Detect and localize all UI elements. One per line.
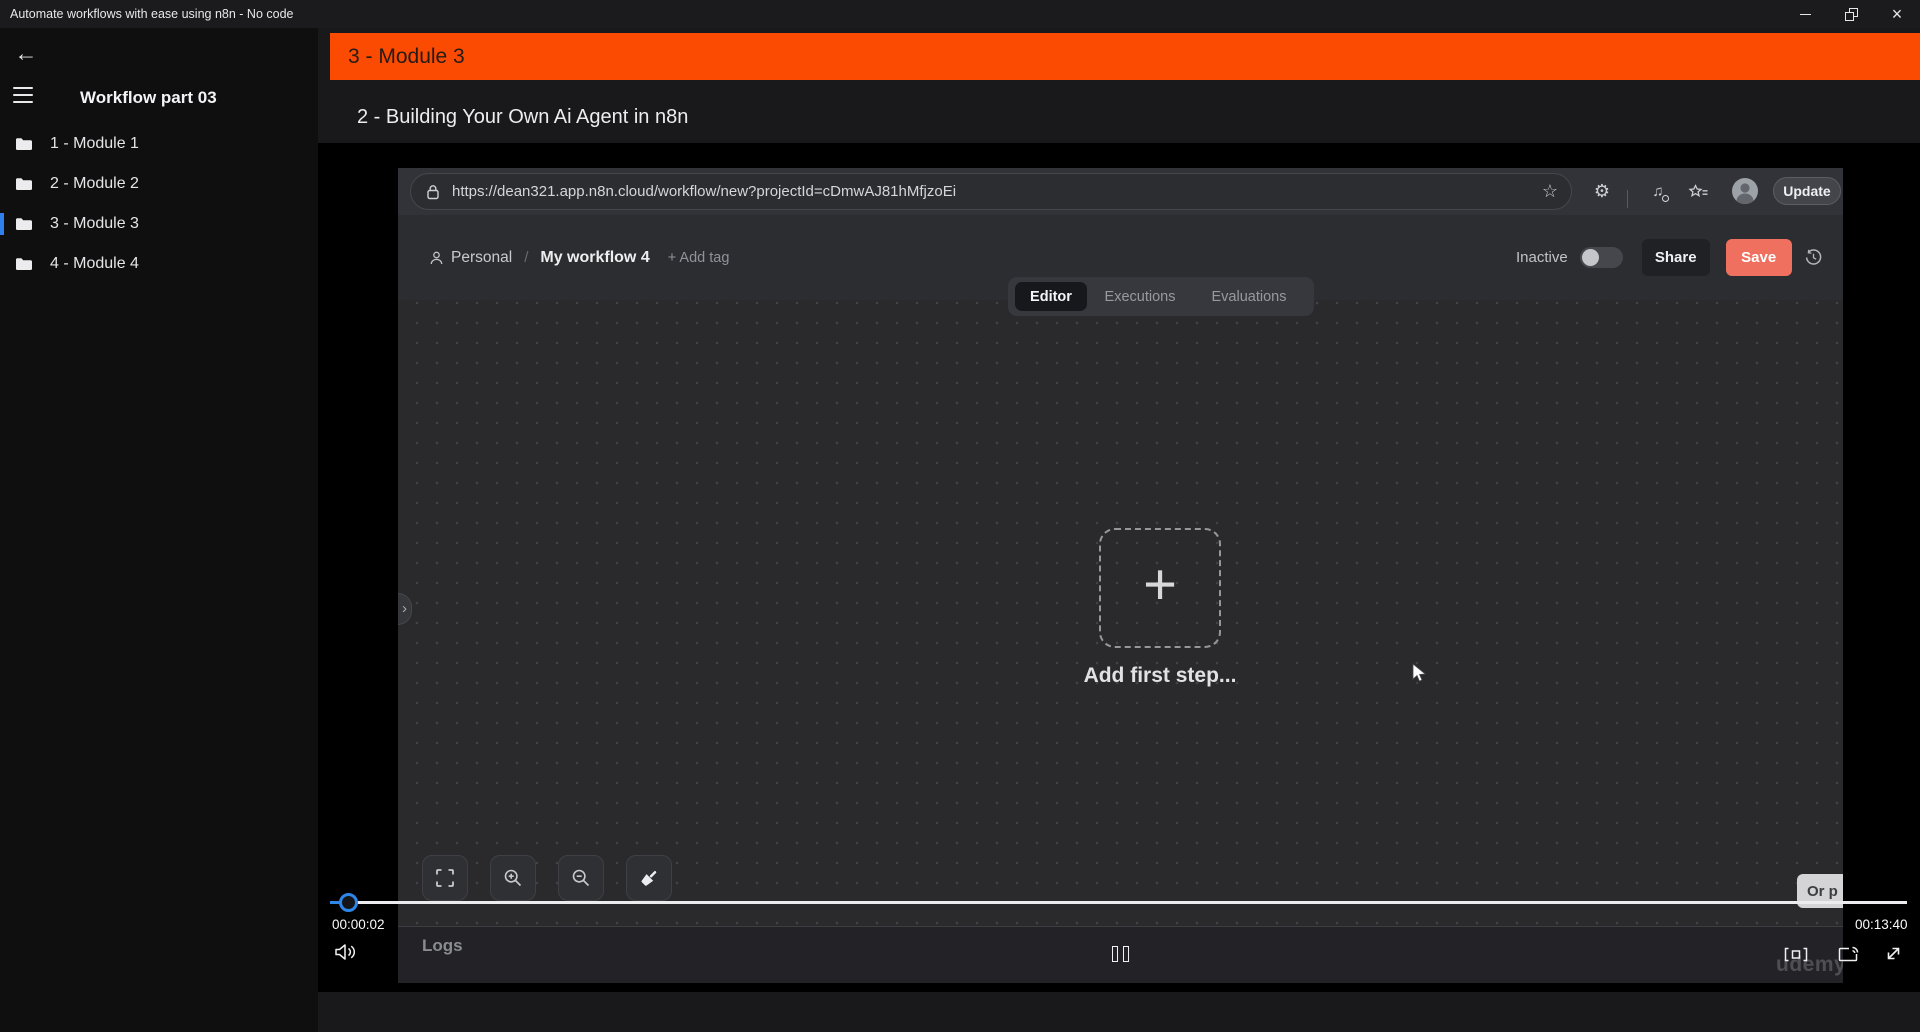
canvas-toolbar <box>422 855 672 901</box>
broom-icon <box>639 868 659 888</box>
add-first-step-label: Add first step... <box>1040 664 1280 688</box>
active-toggle[interactable] <box>1580 247 1623 268</box>
module-banner: 3 - Module 3 <box>330 33 1920 80</box>
titlebar: Automate workflows with ease using n8n -… <box>0 0 1920 28</box>
toggle-knob <box>1582 249 1599 266</box>
fullscreen-icon <box>1884 944 1903 963</box>
close-button[interactable]: × <box>1874 0 1920 28</box>
browser-toolbar: https://dean321.app.n8n.cloud/workflow/n… <box>398 168 1843 215</box>
tab-editor[interactable]: Editor <box>1015 282 1087 311</box>
person-icon <box>430 251 443 265</box>
sidebar-item-module-3[interactable]: 3 - Module 3 <box>0 204 318 244</box>
restore-button[interactable] <box>1828 0 1874 28</box>
seek-handle[interactable] <box>339 893 358 912</box>
profile-avatar[interactable] <box>1732 178 1758 204</box>
course-sidebar: ← Workflow part 03 1 - Module 1 2 - Modu… <box>0 28 318 1032</box>
module-label: 4 - Module 4 <box>50 255 139 273</box>
avatar-person-icon <box>1732 178 1758 204</box>
cast-button[interactable] <box>1837 946 1859 967</box>
minimize-icon <box>1800 14 1811 15</box>
lock-icon <box>426 184 440 200</box>
back-button[interactable]: ← <box>10 38 42 70</box>
module-banner-text: 3 - Module 3 <box>330 33 1920 80</box>
close-icon: × <box>1892 5 1903 23</box>
active-indicator <box>0 213 4 235</box>
back-arrow-icon: ← <box>15 40 38 66</box>
address-bar[interactable]: https://dean321.app.n8n.cloud/workflow/n… <box>410 173 1572 210</box>
fit-view-button[interactable] <box>422 855 468 901</box>
volume-button[interactable] <box>334 943 357 966</box>
add-tag-button[interactable]: + Add tag <box>668 250 730 266</box>
tab-executions[interactable]: Executions <box>1098 282 1182 311</box>
add-first-step-button[interactable]: + <box>1099 528 1221 648</box>
zoom-out-button[interactable] <box>558 855 604 901</box>
zoom-in-icon <box>503 868 523 888</box>
fit-view-icon <box>435 868 455 888</box>
miniplayer-icon <box>1784 947 1808 962</box>
workflow-actions: Inactive Share Save <box>1516 215 1823 300</box>
module-list: 1 - Module 1 2 - Module 2 3 - Module 3 4… <box>0 124 318 284</box>
sidebar-item-module-1[interactable]: 1 - Module 1 <box>0 124 318 164</box>
lecture-title: 2 - Building Your Own Ai Agent in n8n <box>357 106 688 129</box>
total-time: 00:13:40 <box>1855 917 1908 932</box>
folder-icon <box>15 137 33 151</box>
fullscreen-button[interactable] <box>1884 944 1903 968</box>
tidy-up-button[interactable] <box>626 855 672 901</box>
app-window: Automate workflows with ease using n8n -… <box>0 0 1920 1032</box>
mouse-cursor <box>1412 663 1427 689</box>
minimize-button[interactable] <box>1782 0 1828 28</box>
breadcrumb-separator: / <box>524 249 528 266</box>
cast-icon <box>1837 946 1859 962</box>
tab-evaluations[interactable]: Evaluations <box>1194 282 1304 311</box>
module-label: 2 - Module 2 <box>50 175 139 193</box>
pause-button[interactable] <box>1112 946 1129 962</box>
folder-icon <box>15 257 33 271</box>
sidebar-item-module-4[interactable]: 4 - Module 4 <box>0 244 318 284</box>
reading-list-icon[interactable] <box>1686 168 1710 215</box>
seek-bar[interactable] <box>330 901 1907 904</box>
module-label: 3 - Module 3 <box>50 215 139 233</box>
video-player: https://dean321.app.n8n.cloud/workflow/n… <box>318 143 1920 992</box>
folder-icon <box>15 217 33 231</box>
workflow-name[interactable]: My workflow 4 <box>540 249 649 267</box>
pause-icon <box>1123 946 1129 962</box>
window-title: Automate workflows with ease using n8n -… <box>10 0 293 28</box>
media-badge <box>1662 195 1669 202</box>
breadcrumb: Personal / My workflow 4 + Add tag <box>430 215 729 300</box>
module-label: 1 - Module 1 <box>50 135 139 153</box>
url-text: https://dean321.app.n8n.cloud/workflow/n… <box>452 183 956 200</box>
sidebar-item-module-2[interactable]: 2 - Module 2 <box>0 164 318 204</box>
video-frame[interactable]: https://dean321.app.n8n.cloud/workflow/n… <box>398 168 1843 983</box>
zoom-in-button[interactable] <box>490 855 536 901</box>
share-button[interactable]: Share <box>1642 239 1710 276</box>
save-button[interactable]: Save <box>1726 239 1792 276</box>
restore-icon <box>1845 8 1858 21</box>
history-icon[interactable] <box>1804 248 1823 267</box>
plus-icon: + <box>1143 556 1177 614</box>
window-controls: × <box>1782 0 1920 28</box>
extensions-icon[interactable]: ⚙ <box>1590 168 1614 215</box>
pause-icon <box>1112 946 1118 962</box>
current-time: 00:00:02 <box>332 917 385 932</box>
status-label: Inactive <box>1516 249 1568 266</box>
browser-update-button[interactable]: Update <box>1773 177 1841 205</box>
folder-icon <box>15 177 33 191</box>
logs-label: Logs <box>422 936 463 956</box>
main-content: 3 - Module 3 2 - Building Your Own Ai Ag… <box>318 28 1920 1032</box>
course-title: Workflow part 03 <box>80 88 217 108</box>
speaker-icon <box>334 943 357 961</box>
breadcrumb-project[interactable]: Personal <box>451 249 512 267</box>
view-tabs: Editor Executions Evaluations <box>1008 277 1314 316</box>
bookmark-star-icon[interactable]: ☆ <box>1542 181 1558 202</box>
toolbar-divider <box>1625 168 1629 215</box>
menu-button[interactable] <box>13 87 33 103</box>
media-controls-icon[interactable]: ♫ <box>1646 168 1670 215</box>
zoom-out-icon <box>571 868 591 888</box>
miniplayer-button[interactable] <box>1784 947 1808 967</box>
chevron-right-icon: › <box>402 600 407 617</box>
